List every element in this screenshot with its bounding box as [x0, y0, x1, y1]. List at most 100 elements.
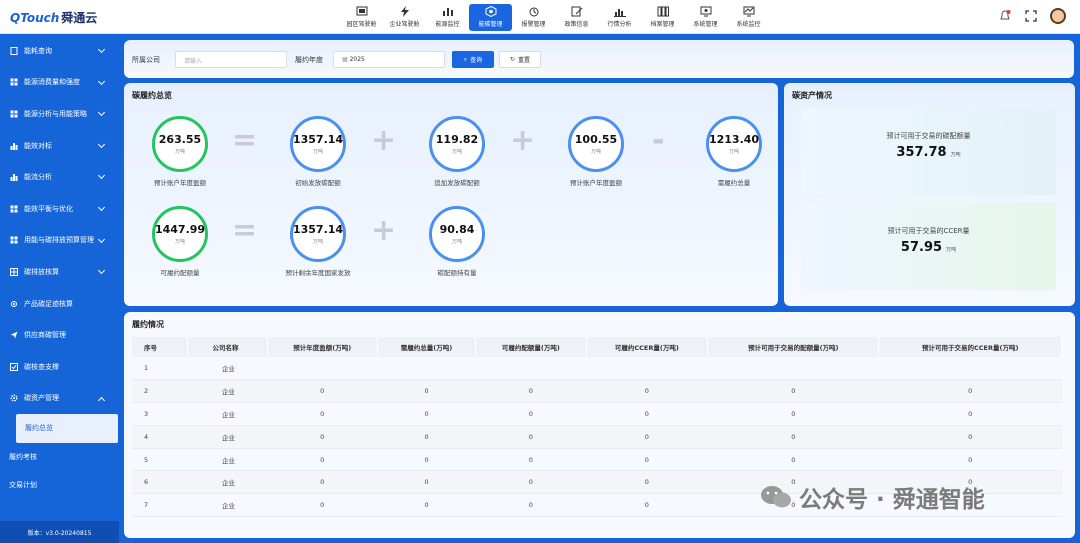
- metric-circle: 263.55 万吨: [152, 116, 208, 172]
- table-cell: 0: [586, 425, 708, 449]
- grid-icon: [10, 205, 18, 213]
- dashboard-icon: [356, 6, 367, 16]
- top-right-tools: [998, 8, 1066, 24]
- table-row[interactable]: 2 企业 0 0 0 0 0 0: [132, 379, 1062, 404]
- sidebar-item-consumption-intensity[interactable]: 能源消费量和强度: [0, 67, 119, 99]
- minus-sign: -: [652, 123, 665, 158]
- col-tradable-quota: 预计可用于交易的配额量(万吨): [707, 337, 880, 357]
- top-bar: QTouch 舜通云 园区驾驶舱 企业驾驶舱 能源监控 能碳管理 报警管理 政策信…: [0, 0, 1080, 34]
- table-cell: 0: [475, 448, 587, 472]
- table-cell: 0: [267, 448, 378, 472]
- table-row[interactable]: 5 企业 0 0 0 0 0 0: [132, 448, 1062, 472]
- table-cell: 0: [377, 379, 476, 404]
- carbon-assets-panel: 碳资产情况 预计可用于交易的碳配额量 357.78 万吨 预计可用于交易的CCER…: [784, 83, 1075, 306]
- chevron-down-icon: [97, 140, 106, 148]
- sidebar-item-energy-query[interactable]: 能耗查询: [0, 35, 119, 67]
- nav-market[interactable]: 行情分析: [598, 4, 641, 31]
- table-row[interactable]: 4 企业 0 0 0 0 0 0: [132, 425, 1062, 449]
- table-cell: 0: [377, 448, 476, 472]
- table-cell: 0: [267, 493, 378, 518]
- watermark: 公众号 · 舜通智能: [759, 480, 985, 514]
- checkbox-icon: [10, 362, 18, 371]
- table-cell: 0: [878, 425, 1062, 449]
- grid-icon: [10, 267, 18, 276]
- table-cell: 0: [586, 493, 708, 518]
- table-cell: 企业: [187, 425, 267, 449]
- table-row[interactable]: 1 企业: [132, 357, 1062, 381]
- sidebar-item-supplier[interactable]: 供应商碳管理: [0, 319, 119, 351]
- wechat-icon: [761, 486, 791, 508]
- table-cell: 0: [586, 448, 708, 472]
- table-cell: 0: [377, 493, 476, 518]
- sidebar-item-verification[interactable]: 碳核查支撑: [0, 351, 119, 383]
- sidebar-item-energy-analysis[interactable]: 能源分析与用能策略: [0, 98, 119, 130]
- table-cell: 0: [878, 402, 1062, 426]
- query-button[interactable]: ⌕ 查询: [452, 51, 494, 68]
- sidebar-item-carbon-assets[interactable]: 碳资产管理: [0, 383, 119, 415]
- sidebar-item-balance-optimize[interactable]: 能效平衡与优化: [0, 193, 119, 225]
- company-label: 所属公司: [132, 56, 160, 64]
- metric-circle: 90.84 万吨: [429, 206, 485, 262]
- metric-circle: 1213.40 万吨: [706, 116, 762, 172]
- table-cell: 0: [586, 470, 708, 495]
- table-cell: [377, 357, 476, 381]
- app-logo[interactable]: QTouch 舜通云: [10, 9, 97, 26]
- table-cell: [707, 357, 879, 381]
- metric-circle: 1357.14 万吨: [290, 206, 346, 262]
- sidebar: 能耗查询 能源消费量和强度 能源分析与用能策略 能效对标 能流分析 能效平衡与优…: [0, 35, 119, 543]
- top-nav: 园区驾驶舱 企业驾驶舱 能源监控 能碳管理 报警管理 政策信息 行情分析 档案管…: [340, 4, 770, 34]
- grid-icon: [10, 78, 18, 86]
- col-available-ccer: 可履约CCER量(万吨): [586, 337, 709, 357]
- table-cell: 0: [586, 379, 708, 404]
- nav-energy-monitor[interactable]: 能源监控: [426, 4, 469, 31]
- performance-title: 履约情况: [132, 320, 164, 329]
- nav-system-manage[interactable]: 系统管理: [684, 4, 727, 31]
- edit-icon: [571, 6, 582, 17]
- chevron-up-icon: [97, 396, 106, 404]
- nav-enterprise-dashboard[interactable]: 企业驾驶舱: [383, 4, 426, 31]
- alarm-icon: [529, 7, 538, 17]
- table-cell: 0: [475, 470, 587, 495]
- reset-button[interactable]: ↻ 重置: [499, 51, 541, 68]
- plus-sign: +: [371, 213, 397, 248]
- user-avatar[interactable]: [1050, 8, 1066, 24]
- sidebar-subitem-assessment[interactable]: 履约考核: [0, 443, 119, 472]
- tradable-ccer-card: 预计可用于交易的CCER量 57.95 万吨: [801, 203, 1056, 290]
- send-icon: [10, 331, 18, 339]
- table-cell: 0: [475, 402, 587, 426]
- nav-alarm[interactable]: 报警管理: [512, 4, 555, 31]
- monitor-icon: [700, 6, 711, 17]
- equals-sign: =: [232, 123, 258, 158]
- nav-system-monitor[interactable]: 系统监控: [727, 4, 770, 31]
- company-input[interactable]: 请输入: [175, 51, 287, 68]
- table-cell: [878, 357, 1062, 381]
- col-tradable-ccer: 预计可用于交易的CCER量(万吨): [878, 337, 1062, 357]
- plus-sign: +: [510, 123, 536, 158]
- fullscreen-icon[interactable]: [1024, 9, 1038, 23]
- nav-park-dashboard[interactable]: 园区驾驶舱: [340, 4, 383, 31]
- sidebar-item-product-footprint[interactable]: 产品碳足迹核算: [0, 288, 119, 320]
- nav-archive[interactable]: 档案管理: [641, 4, 684, 31]
- sidebar-subitem-trade-plan[interactable]: 交易计划: [0, 471, 119, 500]
- table-cell: 4: [132, 425, 187, 449]
- table-cell: 0: [377, 470, 476, 495]
- metric-circle: 100.55 万吨: [568, 116, 624, 172]
- metric-additional-quota: 119.82 万吨 追加发放碳配额: [412, 116, 502, 188]
- year-picker[interactable]: ▦ 2025: [333, 51, 445, 68]
- tradable-quota-card: 预计可用于交易的碳配额量 357.78 万吨: [801, 108, 1056, 195]
- sidebar-subitem-overview[interactable]: 履约总览: [16, 414, 118, 443]
- sidebar-item-benchmark[interactable]: 能效对标: [0, 130, 119, 162]
- sidebar-item-energy-flow[interactable]: 能流分析: [0, 161, 119, 193]
- bell-icon[interactable]: [998, 9, 1012, 23]
- logo-cn: 舜通云: [61, 11, 98, 25]
- metric-circle: 1447.99 万吨: [152, 206, 208, 262]
- table-row[interactable]: 3 企业 0 0 0 0 0 0: [132, 402, 1062, 426]
- bar-chart-icon: [10, 142, 18, 150]
- nav-energy-carbon[interactable]: 能碳管理: [469, 4, 512, 31]
- sidebar-item-carbon-accounting[interactable]: 碳排放核算: [0, 256, 119, 288]
- table-cell: 1: [132, 357, 187, 381]
- sidebar-item-budget[interactable]: 用能与碳排放预算管理: [0, 225, 119, 257]
- table-header-row: 序号 公司名称 预计年度盈额(万吨) 需履约总量(万吨) 可履约配额量(万吨) …: [132, 337, 1062, 357]
- metric-expected-surplus: 263.55 万吨 预计账户年度盈额: [135, 116, 225, 188]
- nav-policy[interactable]: 政策信息: [555, 4, 598, 31]
